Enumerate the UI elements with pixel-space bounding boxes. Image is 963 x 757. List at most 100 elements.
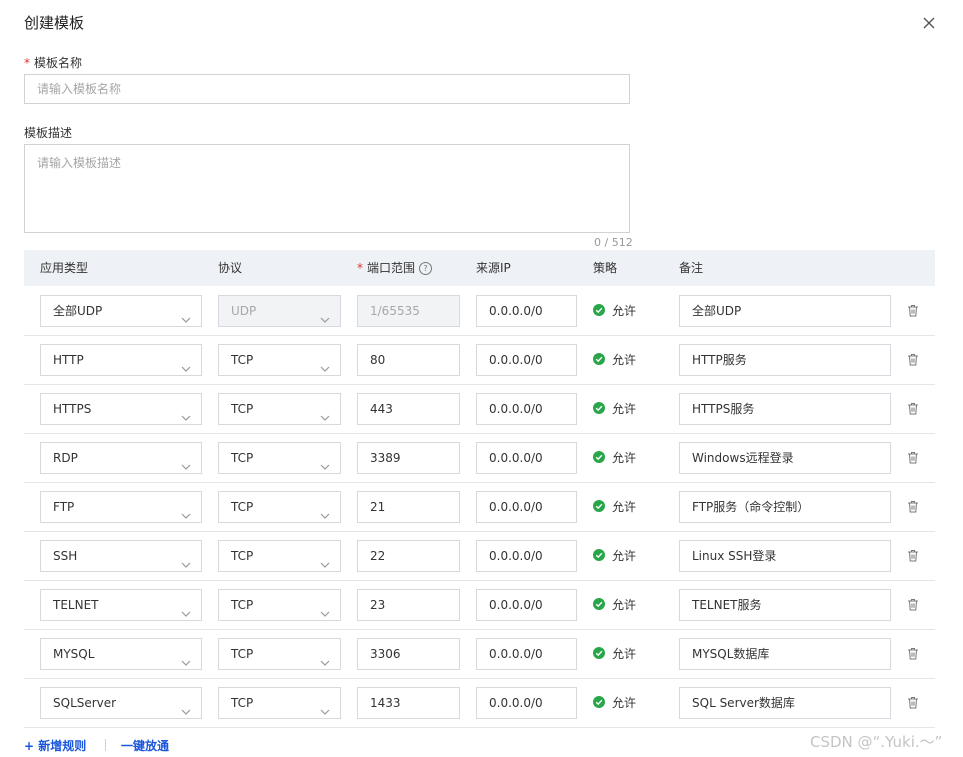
protocol-select[interactable]: TCP <box>218 442 341 474</box>
port-range-input[interactable]: 1433 <box>357 687 460 719</box>
note-input[interactable]: FTP服务（命令控制） <box>679 491 891 523</box>
trash-icon[interactable] <box>907 304 919 317</box>
table-row: 全部UDP UDP 1/65535 0.0.0.0/0 允许 全部UDP <box>24 287 935 336</box>
note-input[interactable]: SQL Server数据库 <box>679 687 891 719</box>
source-ip-input[interactable]: 0.0.0.0/0 <box>476 442 577 474</box>
source-ip-input[interactable]: 0.0.0.0/0 <box>476 344 577 376</box>
chevron-down-icon <box>320 551 330 568</box>
trash-icon[interactable] <box>907 598 919 611</box>
app-type-select[interactable]: 全部UDP <box>40 295 202 327</box>
app-type-value: HTTPS <box>53 402 92 416</box>
trash-icon[interactable] <box>907 353 919 366</box>
chevron-down-icon <box>320 502 330 519</box>
app-type-select[interactable]: HTTPS <box>40 393 202 425</box>
chevron-down-icon <box>181 649 191 666</box>
note-input[interactable]: Linux SSH登录 <box>679 540 891 572</box>
trash-icon[interactable] <box>907 647 919 660</box>
col-note-header: 备注 <box>679 261 704 275</box>
chevron-down-icon <box>181 551 191 568</box>
app-type-select[interactable]: SQLServer <box>40 687 202 719</box>
trash-icon[interactable] <box>907 451 919 464</box>
chevron-down-icon <box>181 698 191 715</box>
note-input[interactable]: HTTP服务 <box>679 344 891 376</box>
protocol-select[interactable]: TCP <box>218 638 341 670</box>
policy-status: 允许 <box>593 442 636 474</box>
source-ip-input[interactable]: 0.0.0.0/0 <box>476 393 577 425</box>
source-ip-input[interactable]: 0.0.0.0/0 <box>476 491 577 523</box>
protocol-select[interactable]: TCP <box>218 687 341 719</box>
policy-status: 允许 <box>593 491 636 523</box>
col-port-label: 端口范围 <box>367 261 416 275</box>
required-mark: * <box>24 56 30 70</box>
app-type-select[interactable]: SSH <box>40 540 202 572</box>
source-ip-input[interactable]: 0.0.0.0/0 <box>476 540 577 572</box>
port-range-input[interactable]: 3306 <box>357 638 460 670</box>
source-ip-input[interactable]: 0.0.0.0/0 <box>476 638 577 670</box>
desc-label: 模板描述 <box>24 126 73 140</box>
port-range-input[interactable]: 22 <box>357 540 460 572</box>
protocol-select[interactable]: TCP <box>218 344 341 376</box>
close-icon[interactable] <box>920 14 938 32</box>
chevron-down-icon <box>320 453 330 470</box>
app-type-value: TELNET <box>53 598 99 612</box>
policy-label: 允许 <box>612 647 637 661</box>
app-type-select[interactable]: HTTP <box>40 344 202 376</box>
policy-status: 允许 <box>593 638 636 670</box>
protocol-value: TCP <box>231 353 254 367</box>
protocol-select[interactable]: TCP <box>218 540 341 572</box>
table-row: SQLServer TCP 1433 0.0.0.0/0 允许 SQL Server数据库 <box>24 679 935 728</box>
port-range-input[interactable]: 3389 <box>357 442 460 474</box>
policy-label: 允许 <box>612 353 637 367</box>
port-range-input: 1/65535 <box>357 295 460 327</box>
port-range-input[interactable]: 80 <box>357 344 460 376</box>
note-input[interactable]: TELNET服务 <box>679 589 891 621</box>
chevron-down-icon <box>320 404 330 421</box>
source-ip-input[interactable]: 0.0.0.0/0 <box>476 589 577 621</box>
app-type-value: SSH <box>53 549 78 563</box>
note-input[interactable]: 全部UDP <box>679 295 891 327</box>
protocol-value: TCP <box>231 696 254 710</box>
protocol-value: TCP <box>231 500 254 514</box>
source-ip-input[interactable]: 0.0.0.0/0 <box>476 687 577 719</box>
protocol-select[interactable]: TCP <box>218 393 341 425</box>
app-type-select[interactable]: FTP <box>40 491 202 523</box>
source-ip-input[interactable]: 0.0.0.0/0 <box>476 295 577 327</box>
required-mark: * <box>357 261 363 275</box>
trash-icon[interactable] <box>907 402 919 415</box>
port-range-input[interactable]: 23 <box>357 589 460 621</box>
allow-all-button[interactable]: 一键放通 <box>121 737 169 754</box>
protocol-select[interactable]: TCP <box>218 491 341 523</box>
help-icon[interactable]: ? <box>419 262 433 275</box>
chevron-down-icon <box>181 404 191 421</box>
table-row: FTP TCP 21 0.0.0.0/0 允许 FTP服务（命令控制） <box>24 483 935 532</box>
policy-status: 允许 <box>593 687 636 719</box>
note-input[interactable]: HTTPS服务 <box>679 393 891 425</box>
app-type-value: FTP <box>53 500 75 514</box>
app-type-select[interactable]: RDP <box>40 442 202 474</box>
desc-char-counter: 0 / 512 <box>594 236 633 249</box>
note-input[interactable]: MYSQL数据库 <box>679 638 891 670</box>
trash-icon[interactable] <box>907 549 919 562</box>
note-input[interactable]: Windows远程登录 <box>679 442 891 474</box>
app-type-select[interactable]: MYSQL <box>40 638 202 670</box>
chevron-down-icon <box>320 698 330 715</box>
protocol-value: TCP <box>231 549 254 563</box>
chevron-down-icon <box>320 355 330 372</box>
check-circle-icon <box>593 541 605 561</box>
dialog-title: 创建模板 <box>24 14 85 32</box>
col-port-header: * 端口范围? <box>357 250 433 286</box>
port-range-input[interactable]: 21 <box>357 491 460 523</box>
check-circle-icon <box>593 492 605 512</box>
app-type-select[interactable]: TELNET <box>40 589 202 621</box>
col-source-ip-header: 来源IP <box>476 261 511 275</box>
policy-label: 允许 <box>612 451 637 465</box>
port-range-input[interactable]: 443 <box>357 393 460 425</box>
col-type-header: 应用类型 <box>40 261 89 275</box>
trash-icon[interactable] <box>907 696 919 709</box>
policy-status: 允许 <box>593 344 636 376</box>
add-rule-button[interactable]: + 新增规则 <box>24 737 86 754</box>
template-desc-input[interactable] <box>24 144 630 233</box>
trash-icon[interactable] <box>907 500 919 513</box>
template-name-input[interactable] <box>24 74 630 104</box>
protocol-select[interactable]: TCP <box>218 589 341 621</box>
